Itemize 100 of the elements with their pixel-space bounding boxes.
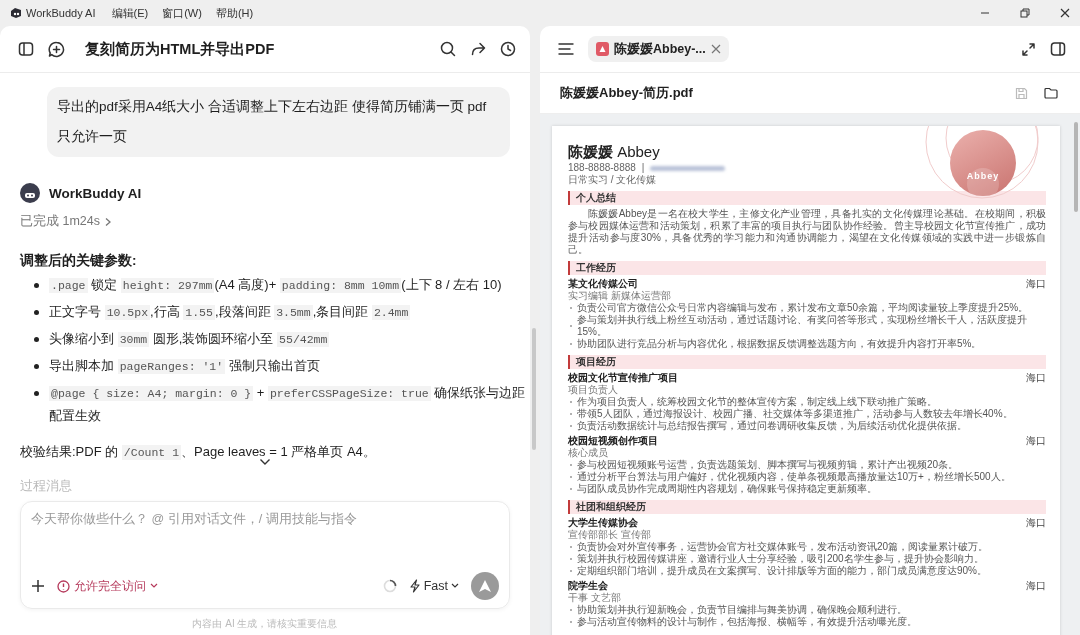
organization-name: 某文化传媒公司	[568, 278, 638, 290]
phone-number: 188-8888-8888	[568, 162, 636, 174]
plus-icon[interactable]	[31, 579, 45, 593]
role-text: 干事 文艺部	[568, 592, 622, 604]
organization-name: 大学生传媒协会	[568, 517, 638, 529]
chevron-down-icon	[259, 458, 271, 466]
folder-icon[interactable]	[1044, 87, 1058, 99]
list-text: (上下 8 / 左右 10)	[401, 277, 502, 292]
code-snippet: 1.55	[183, 305, 215, 320]
menu-icon[interactable]	[558, 42, 574, 56]
summary-text: 陈媛媛Abbey是一名在校大学生，主修文化产业管理，具备扎实的文化传媒理论基础。在校期间，积极参与校园媒体运营和活动策划，积累了丰富的项目执行与团队协作经验。曾主导校园文化节宣传推广，成功提升活动参与度30%，具备优秀的学习能力和沟通协调能力，渴望在文化传媒领域的实践中进一步锻炼自己。	[568, 208, 1046, 256]
section-title: 工作经历	[568, 261, 1046, 275]
code-snippet: pageRanges: '1'	[117, 359, 226, 374]
role-text: 实习编辑 新媒体运营部	[568, 290, 672, 302]
bullet-text: 定期组织部门培训，提升成员在文案撰写、设计排版等方面的能力，部门成员满意度达90%。	[577, 565, 987, 577]
access-dropdown[interactable]: 允许完全访问	[57, 577, 158, 595]
loading-spinner-icon	[382, 579, 397, 593]
new-chat-icon[interactable]	[48, 40, 65, 58]
location-text: 海口	[1026, 517, 1046, 529]
bullet-icon	[34, 310, 39, 315]
bullet-text: 负责公司官方微信公众号日常内容编辑与发布，累计发布文章50余篇，平均阅读量较上季度提升25%。	[577, 302, 1029, 314]
list-text: 锁定	[90, 277, 119, 292]
avatar-label: Abbey	[966, 170, 1000, 183]
code-snippet: 2.4mm	[371, 305, 411, 320]
app-logo-icon	[10, 7, 22, 19]
search-icon[interactable]	[440, 41, 456, 57]
lightning-icon	[408, 579, 421, 593]
bullet-text: 参与校园短视频账号运营，负责选题策划、脚本撰写与视频剪辑，累计产出视频20条。	[577, 459, 959, 471]
location-text: 海口	[1026, 372, 1046, 384]
robot-avatar-icon	[20, 183, 40, 203]
organization-name: 院学生会	[568, 580, 608, 592]
code-snippet: .page	[49, 278, 88, 293]
bullet-text: 协助团队进行竞品分析与内容优化，根据数据反馈调整选题方向，有效提升内容打开率5%。	[577, 338, 982, 350]
code-snippet: 10.5px	[104, 305, 151, 320]
share-icon[interactable]	[470, 41, 486, 57]
process-label: 过程消息	[20, 478, 73, 495]
mode-dropdown[interactable]: Fast	[408, 579, 459, 593]
bullet-text: 作为项目负责人，统筹校园文化节的整体宣传方案，制定线上线下联动推广策略。	[577, 396, 937, 408]
section-title: 项目经历	[568, 355, 1046, 369]
list-text: 导出脚本加	[49, 358, 115, 373]
role-text: 项目负责人	[568, 384, 619, 396]
sidebar-toggle-icon[interactable]	[18, 41, 34, 57]
code-snippet: preferCSSPageSize: true	[267, 386, 431, 401]
code-snippet: 3.5mm	[274, 305, 313, 320]
location-text: 海口	[1026, 278, 1046, 290]
message-input[interactable]: 今天帮你做些什么？ @ 引用对话文件，/ 调用技能与指令 允许完全访问 Fast	[20, 501, 510, 609]
list-text: 强制只输出首页	[227, 358, 320, 373]
pdf-file-icon	[596, 42, 609, 56]
bullet-text: 带领5人团队，通过海报设计、校园广播、社交媒体等多渠道推广，活动参与人数较去年增长40%。	[577, 408, 1013, 420]
job-tags: 日常实习 / 文化传媒	[568, 174, 657, 186]
role-text: 宣传部部长 宣传部	[568, 529, 652, 541]
organization-name: 校园文化节宣传推广项目	[568, 372, 678, 384]
bullet-icon	[34, 364, 39, 369]
file-tab[interactable]: 陈媛媛Abbey-...	[588, 36, 729, 62]
code-snippet: 30mm	[117, 332, 150, 347]
bullet-text: 负责活动数据统计与总结报告撰写，通过问卷调研收集反馈，为后续活动优化提供依据。	[577, 420, 967, 432]
bullet-text: 协助策划并执行迎新晚会，负责节目编排与舞美协调，确保晚会顺利进行。	[577, 604, 907, 616]
bullet-text: 参与策划并执行线上粉丝互动活动，通过话题讨论、有奖问答等形式，实现粉丝增长千人，活跃度提升15%。	[577, 314, 1028, 338]
completion-status[interactable]: 已完成 1m24s	[20, 213, 100, 230]
location-text: 海口	[1026, 435, 1046, 447]
list-text: ,条目间距	[312, 304, 370, 319]
chevron-right-icon[interactable]	[104, 216, 112, 227]
history-icon[interactable]	[500, 41, 516, 57]
send-button[interactable]	[471, 572, 499, 600]
result-text: 校验结果:PDF 的	[20, 444, 120, 459]
app-name: WorkBuddy AI	[26, 7, 96, 19]
menu-item[interactable]: 帮助(H)	[215, 5, 254, 21]
bullet-icon	[34, 337, 39, 342]
scrollbar-thumb[interactable]	[532, 328, 536, 450]
scrollbar-thumb[interactable]	[1074, 122, 1078, 212]
organization-name: 校园短视频创作项目	[568, 435, 658, 447]
code-snippet: 55/42mm	[277, 332, 330, 347]
location-text: 海口	[1026, 580, 1046, 592]
list-text: ,行高	[150, 304, 181, 319]
bullet-text: 通过分析平台算法与用户偏好，优化视频内容，使单条视频最高播放量达10万+，粉丝增长500人。	[577, 471, 1011, 483]
menu-item[interactable]: 编辑(E)	[111, 5, 149, 21]
bullet-icon	[34, 391, 39, 396]
warning-icon	[57, 579, 70, 593]
result-text: 、Page leaves = 1 严格单页 A4。	[181, 444, 376, 459]
list-text: 配置生效	[49, 408, 101, 423]
list-text: 圆形,装饰圆环缩小至	[151, 331, 275, 346]
separator-text: |	[641, 162, 645, 174]
restore-icon[interactable]	[1020, 8, 1030, 18]
user-message: 导出的pdf采用A4纸大小 合适调整上下左右边距 使得简历铺满一页 pdf只允许一页	[47, 87, 510, 157]
list-text: 正文字号	[49, 304, 102, 319]
close-icon[interactable]	[1060, 8, 1070, 18]
list-text: 确保纸张与边距	[433, 385, 526, 400]
code-snippet: height: 297mm	[120, 278, 215, 293]
code-snippet: padding: 8mm 10mm	[279, 278, 402, 293]
caret-icon	[451, 583, 459, 589]
panel-toggle-icon[interactable]	[1050, 41, 1066, 57]
bullet-text: 与团队成员协作完成周期性内容规划，确保账号保持稳定更新频率。	[577, 483, 877, 495]
chat-title: 复刻简历为HTML并导出PDF	[85, 39, 275, 59]
list-text: 头像缩小到	[49, 331, 115, 346]
caret-icon	[150, 583, 158, 589]
section-title: 社团和组织经历	[568, 500, 1046, 514]
expand-icon[interactable]	[1021, 41, 1036, 57]
bullet-text: 负责协会对外宣传事务，运营协会官方社交媒体账号，发布活动资讯20篇，阅读量累计破万。	[577, 541, 989, 553]
code-snippet: @page { size: A4; margin: 0 }	[49, 386, 254, 401]
menu-item[interactable]: 窗口(W)	[162, 5, 202, 21]
